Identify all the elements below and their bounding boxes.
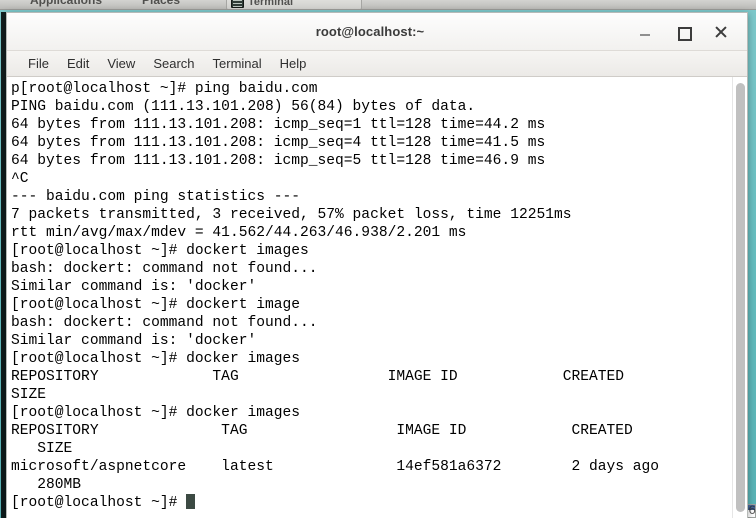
panel-menu-places[interactable]: Places [142, 0, 180, 7]
menu-item-edit[interactable]: Edit [58, 54, 98, 73]
menu-item-view[interactable]: View [98, 54, 144, 73]
terminal-window[interactable]: root@localhost:~ File Edit View Search T… [6, 12, 748, 518]
terminal-icon [231, 0, 244, 8]
window-title: root@localhost:~ [7, 24, 637, 39]
gnome-top-panel[interactable]: Applications Places Terminal [0, 0, 756, 10]
window-controls [637, 24, 747, 40]
terminal-cursor [186, 494, 195, 509]
minimize-icon[interactable] [637, 24, 653, 40]
window-titlebar[interactable]: root@localhost:~ [7, 13, 747, 51]
taskbar-button-label: Terminal [248, 0, 293, 8]
menu-bar[interactable]: File Edit View Search Terminal Help [7, 51, 747, 77]
taskbar-button-terminal[interactable]: Terminal [226, 0, 362, 10]
terminal-output[interactable]: p[root@localhost ~]# ping baidu.com PING… [7, 77, 732, 518]
panel-menu-applications[interactable]: Applications [30, 0, 102, 7]
maximize-icon[interactable] [675, 24, 691, 40]
menu-item-terminal[interactable]: Terminal [204, 54, 271, 73]
menu-item-file[interactable]: File [19, 54, 58, 73]
terminal-scrollbar[interactable] [732, 77, 747, 518]
terminal-body[interactable]: p[root@localhost ~]# ping baidu.com PING… [7, 77, 747, 518]
menu-item-search[interactable]: Search [144, 54, 203, 73]
menu-item-help[interactable]: Help [271, 54, 316, 73]
scrollbar-thumb[interactable] [736, 83, 745, 512]
close-icon[interactable] [713, 24, 729, 40]
